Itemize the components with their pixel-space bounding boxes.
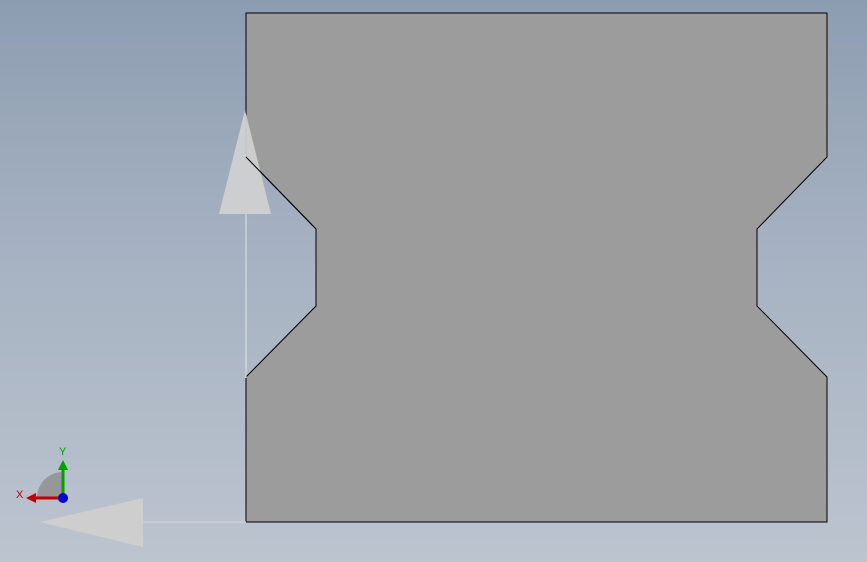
triad-x-label: X — [16, 489, 24, 501]
triad-x-arrow-icon — [26, 493, 36, 503]
graphics-viewport[interactable]: X Y — [0, 0, 867, 562]
part-face[interactable] — [245, 12, 828, 523]
triad-z-axis-icon — [58, 493, 68, 503]
triad-plane-icon — [37, 472, 63, 498]
triad-y-label: Y — [59, 446, 67, 458]
horizontal-drag-handle[interactable] — [40, 498, 246, 547]
reference-triad: X Y — [16, 446, 68, 503]
triad-y-arrow-icon — [58, 460, 68, 470]
arrow-left-icon[interactable] — [40, 498, 143, 547]
